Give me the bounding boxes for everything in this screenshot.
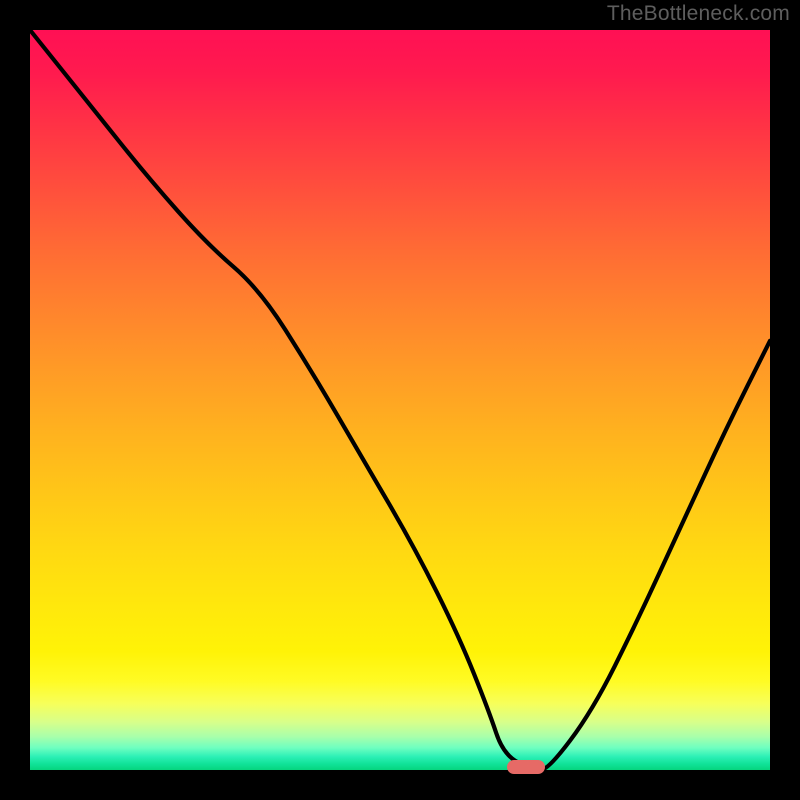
watermark-text: TheBottleneck.com (607, 2, 790, 26)
bottleneck-curve-path (30, 30, 770, 770)
chart-container: TheBottleneck.com (0, 0, 800, 800)
bottleneck-curve-svg (30, 30, 770, 770)
sweet-spot-marker (507, 760, 545, 774)
